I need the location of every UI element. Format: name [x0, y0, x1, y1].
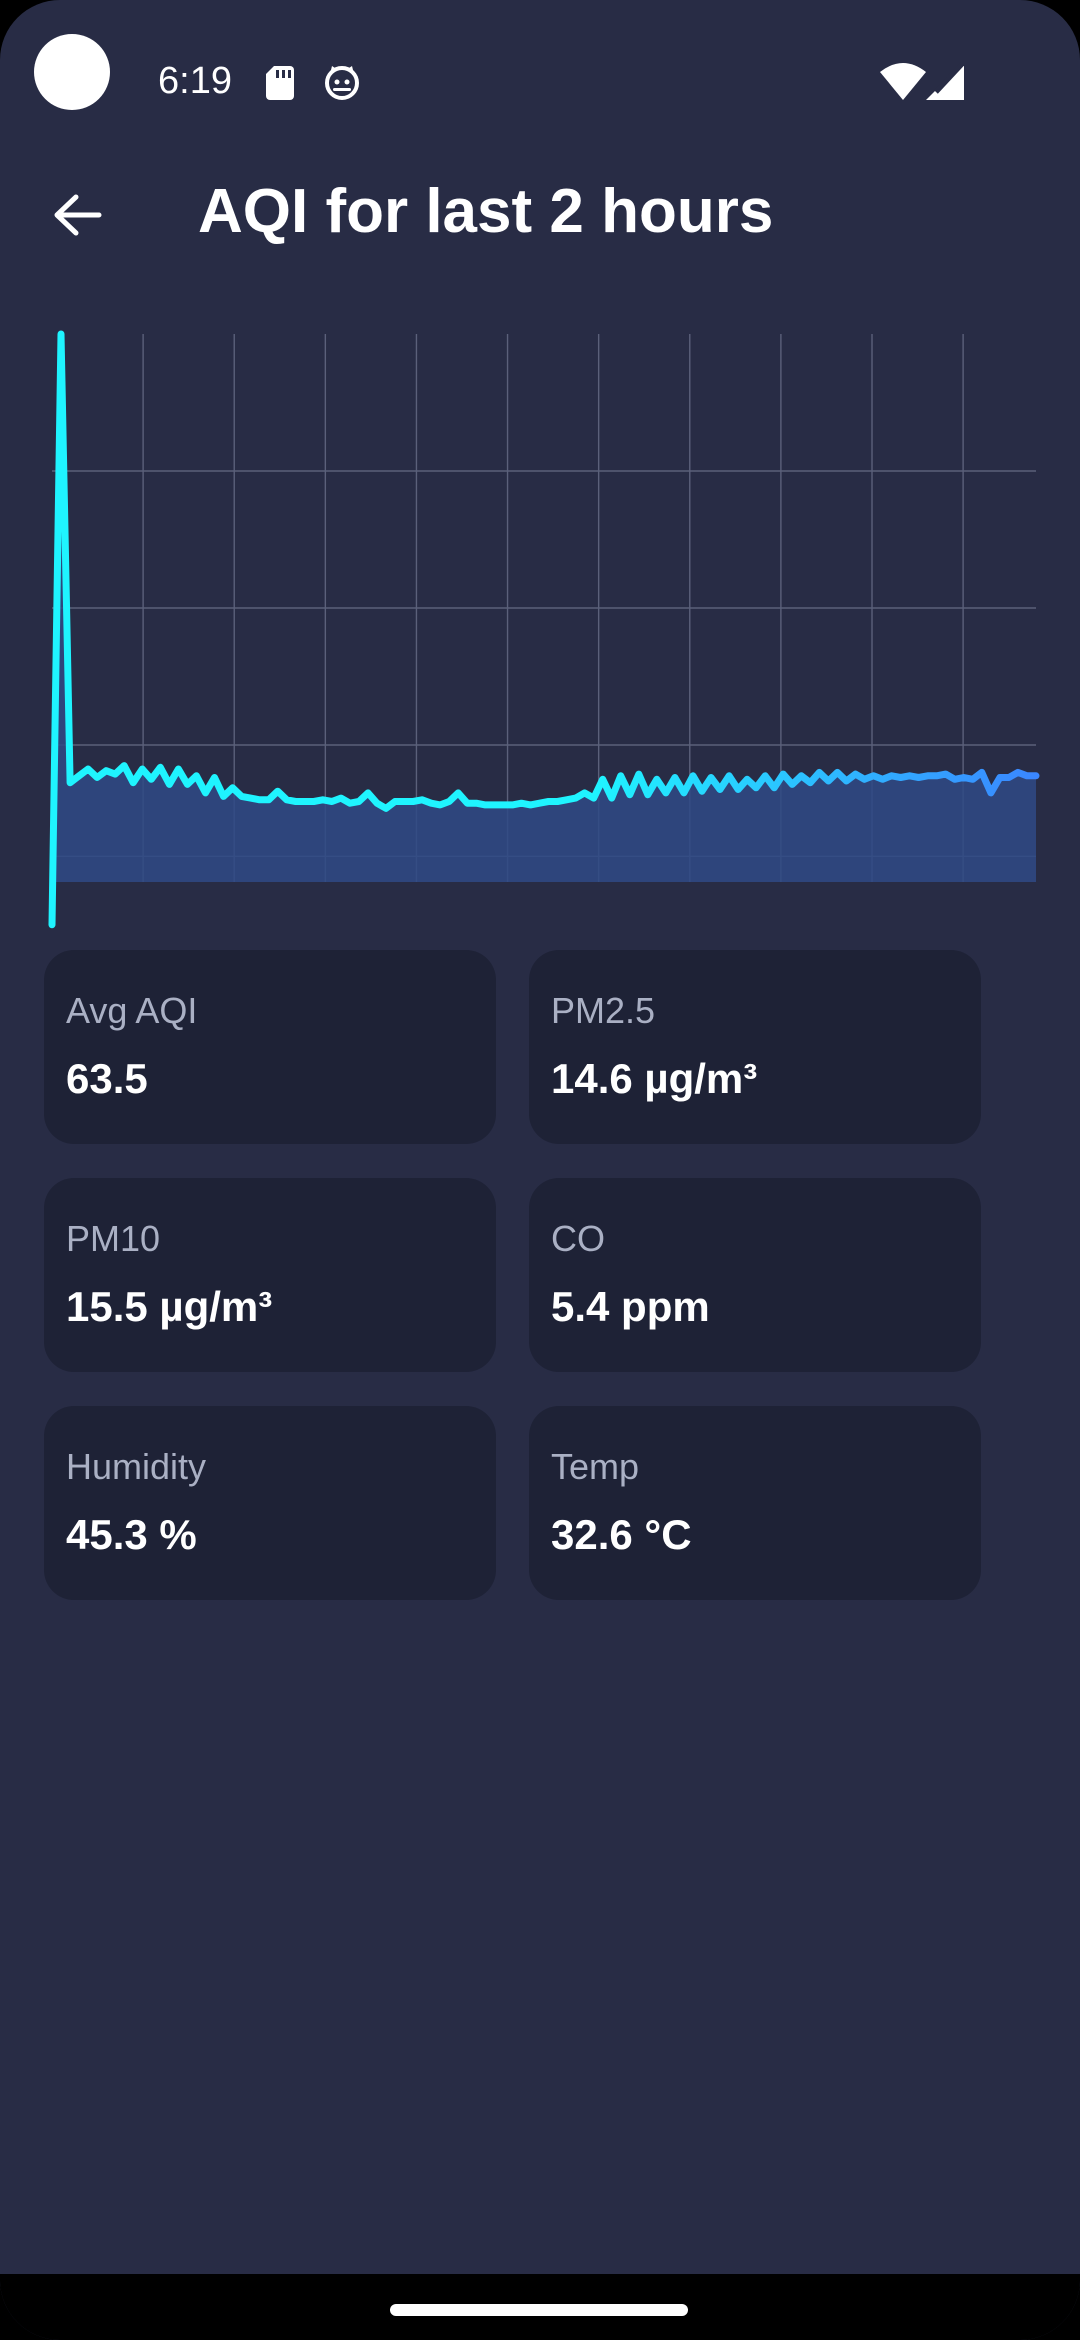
stat-label: PM2.5 [551, 990, 656, 1031]
stat-card-co: CO 5.4 ppm [529, 1178, 981, 1372]
stat-label: Avg AQI [66, 990, 198, 1031]
camera-cutout [34, 34, 110, 110]
stat-value: 14.6 µg/m³ [551, 1055, 758, 1102]
status-time: 6:19 [158, 60, 232, 102]
back-button[interactable] [40, 178, 114, 252]
stat-card-pm25: PM2.5 14.6 µg/m³ [529, 950, 981, 1144]
screen: 6:19 AQI for last 2 hours Avg AQI 63.5 P… [0, 0, 1080, 2340]
stat-label: CO [551, 1218, 605, 1259]
stat-card-humidity: Humidity 45.3 % [44, 1406, 496, 1600]
stat-card-pm10: PM10 15.5 µg/m³ [44, 1178, 496, 1372]
sd-card-icon [266, 66, 294, 100]
stat-value: 5.4 ppm [551, 1283, 710, 1330]
stat-card-temp: Temp 32.6 °C [529, 1406, 981, 1600]
cell-signal-icon [926, 62, 964, 100]
stat-value: 32.6 °C [551, 1511, 692, 1558]
stat-value: 15.5 µg/m³ [66, 1283, 273, 1330]
page-title: AQI for last 2 hours [198, 177, 774, 246]
stat-value: 45.3 % [66, 1511, 197, 1558]
stat-value: 63.5 [66, 1055, 148, 1102]
aqi-chart [48, 330, 1040, 929]
stat-card-avg-aqi: Avg AQI 63.5 [44, 950, 496, 1144]
cat-face-icon [325, 66, 359, 100]
status-bar: 6:19 [0, 0, 1080, 170]
stat-label: Humidity [66, 1446, 207, 1487]
arrow-back-icon [54, 194, 102, 236]
stat-label: Temp [551, 1446, 640, 1487]
stat-label: PM10 [66, 1218, 161, 1259]
home-indicator[interactable] [390, 2304, 688, 2316]
wifi-icon [880, 63, 926, 100]
